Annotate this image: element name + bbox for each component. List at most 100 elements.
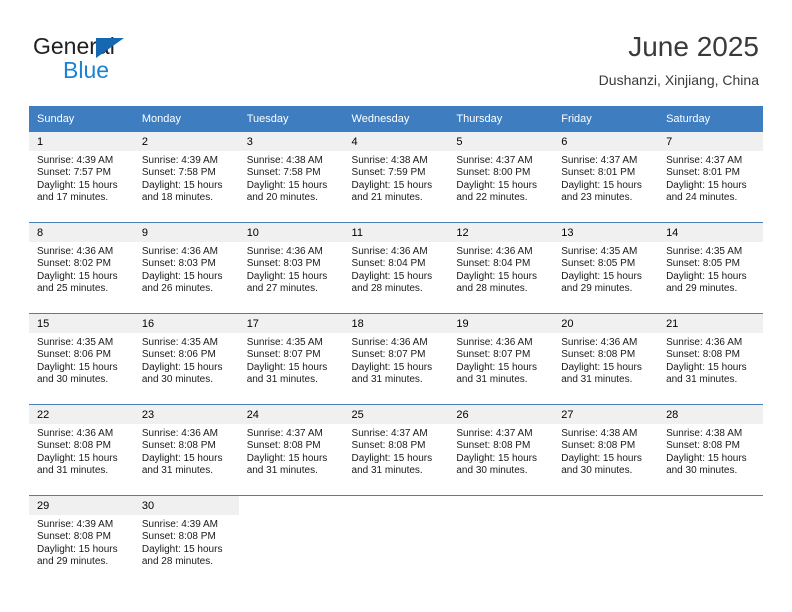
calendar-day-cell[interactable]: 14 Sunrise: 4:35 AM Sunset: 8:05 PM Dayligh… [658,222,763,314]
day-details: Sunrise: 4:38 AM Sunset: 8:08 PM Daylight:… [553,424,658,478]
calendar-day-cell[interactable]: 13 Sunrise: 4:35 AM Sunset: 8:05 PM Dayligh… [553,222,659,314]
sunrise-text: Sunrise: 4:35 AM [246,337,323,348]
sunrise-text: Sunrise: 4:36 AM [456,337,533,348]
daylight-text-line1: Daylight: 15 hours [351,179,433,191]
day-details: Sunrise: 4:38 AM Sunset: 8:08 PM Daylight:… [658,424,763,478]
weekday-header-row: Sunday Monday Tuesday Wednesday Thursday… [29,106,763,132]
calendar-day-cell[interactable]: 6 Sunrise: 4:37 AM Sunset: 8:01 PM Daylight… [553,132,659,223]
sunrise-text: Sunrise: 4:37 AM [456,428,533,439]
daylight-text-line1: Daylight: 15 hours [351,361,433,373]
daylight-text-line1: Daylight: 15 hours [141,361,223,373]
sunset-text: Sunset: 8:08 PM [666,349,740,361]
day-number: 20 [553,314,659,333]
sunset-text: Sunset: 8:04 PM [456,258,531,270]
day-number: 2 [133,132,239,151]
calendar-page: General Blue June 2025 Dushanzi, Xinjian… [0,0,792,612]
daylight-text-line2: and 31 minutes. [246,465,318,477]
calendar-day-cell[interactable]: 15 Sunrise: 4:35 AM Sunset: 8:06 PM Dayligh… [29,313,134,405]
calendar-day-cell[interactable]: 2 Sunrise: 4:39 AM Sunset: 7:58 PM Daylight… [133,132,239,223]
calendar-day-cell-empty [344,496,449,587]
calendar-day-cell[interactable]: 30 Sunrise: 4:39 AM Sunset: 8:08 PM Dayligh… [133,496,239,587]
sunrise-text: Sunrise: 4:36 AM [351,337,428,348]
calendar-day-cell[interactable]: 26 Sunrise: 4:37 AM Sunset: 8:08 PM Dayligh… [448,404,554,496]
calendar-day-cell[interactable]: 5 Sunrise: 4:37 AM Sunset: 8:00 PM Daylight… [448,132,554,223]
page-subtitle: Dushanzi, Xinjiang, China [598,72,759,88]
daylight-text-line1: Daylight: 15 hours [666,179,747,191]
calendar-day-cell[interactable]: 24 Sunrise: 4:37 AM Sunset: 8:08 PM Dayligh… [238,404,344,496]
calendar-day-cell[interactable]: 11 Sunrise: 4:36 AM Sunset: 8:04 PM Dayligh… [343,222,449,314]
daylight-text-line1: Daylight: 15 hours [141,543,223,555]
daylight-text-line1: Daylight: 15 hours [246,361,328,373]
calendar-week-row: 29 Sunrise: 4:39 AM Sunset: 8:08 PM Dayligh… [29,496,763,587]
daylight-text-line2: and 31 minutes. [561,374,633,386]
calendar-day-cell[interactable]: 21 Sunrise: 4:36 AM Sunset: 8:08 PM Dayligh… [658,313,763,405]
calendar-day-cell[interactable]: 25 Sunrise: 4:37 AM Sunset: 8:08 PM Dayligh… [343,404,449,496]
calendar-day-cell[interactable]: 18 Sunrise: 4:36 AM Sunset: 8:07 PM Dayligh… [343,313,449,405]
day-number [448,496,553,515]
day-number: 4 [343,132,449,151]
day-details: Sunrise: 4:35 AM Sunset: 8:07 PM Daylight:… [239,333,344,387]
calendar-day-cell[interactable]: 9 Sunrise: 4:36 AM Sunset: 8:03 PM Daylight… [133,222,239,314]
weekday-header-thursday: Thursday [448,106,554,132]
generalblue-logo[interactable]: General Blue [33,33,233,83]
sunset-text: Sunset: 8:03 PM [141,258,216,270]
day-number: 23 [133,405,239,424]
calendar-day-cell[interactable]: 19 Sunrise: 4:36 AM Sunset: 8:07 PM Dayligh… [448,313,554,405]
sunset-text: Sunset: 8:08 PM [351,440,426,452]
calendar-day-cell[interactable]: 1 Sunrise: 4:39 AM Sunset: 7:57 PM Daylight… [29,132,134,223]
sunset-text: Sunset: 8:08 PM [561,349,636,361]
sunrise-text: Sunrise: 4:36 AM [456,246,533,257]
daylight-text-line1: Daylight: 15 hours [141,452,223,464]
day-details: Sunrise: 4:36 AM Sunset: 8:03 PM Daylight:… [134,242,239,296]
calendar-day-cell[interactable]: 28 Sunrise: 4:38 AM Sunset: 8:08 PM Dayligh… [658,404,763,496]
daylight-text-line1: Daylight: 15 hours [37,361,118,373]
daylight-text-line2: and 30 minutes. [37,374,109,386]
daylight-text-line2: and 23 minutes. [561,192,633,204]
calendar-day-cell[interactable]: 17 Sunrise: 4:35 AM Sunset: 8:07 PM Dayligh… [238,313,344,405]
calendar-day-cell[interactable]: 12 Sunrise: 4:36 AM Sunset: 8:04 PM Dayligh… [448,222,554,314]
calendar-day-cell[interactable]: 8 Sunrise: 4:36 AM Sunset: 8:02 PM Daylight… [29,222,134,314]
calendar-day-cell[interactable]: 20 Sunrise: 4:36 AM Sunset: 8:08 PM Dayligh… [553,313,659,405]
sunrise-text: Sunrise: 4:39 AM [37,155,114,166]
daylight-text-line2: and 31 minutes. [456,374,528,386]
sunrise-text: Sunrise: 4:37 AM [666,155,743,166]
daylight-text-line2: and 26 minutes. [141,283,214,295]
day-number: 3 [238,132,344,151]
day-number: 29 [29,496,134,515]
day-details [344,515,449,519]
calendar-day-cell[interactable]: 16 Sunrise: 4:35 AM Sunset: 8:06 PM Dayligh… [133,313,239,405]
daylight-text-line2: and 30 minutes. [456,465,528,477]
calendar-day-cell[interactable]: 27 Sunrise: 4:38 AM Sunset: 8:08 PM Dayligh… [553,404,659,496]
day-details: Sunrise: 4:36 AM Sunset: 8:08 PM Daylight:… [29,424,134,478]
daylight-text-line2: and 31 minutes. [141,465,214,477]
sunset-text: Sunset: 8:08 PM [246,440,321,452]
daylight-text-line2: and 17 minutes. [37,192,109,204]
daylight-text-line2: and 31 minutes. [246,374,318,386]
sunset-text: Sunset: 8:05 PM [561,258,636,270]
sunrise-sunset-calendar-table: Sunday Monday Tuesday Wednesday Thursday… [29,106,763,586]
calendar-week-row: 15 Sunrise: 4:35 AM Sunset: 8:06 PM Dayligh… [29,313,763,405]
day-number: 21 [658,314,763,333]
calendar-day-cell[interactable]: 4 Sunrise: 4:38 AM Sunset: 7:59 PM Daylight… [343,132,449,223]
calendar-day-cell[interactable]: 10 Sunrise: 4:36 AM Sunset: 8:03 PM Dayligh… [238,222,344,314]
calendar-day-cell[interactable]: 23 Sunrise: 4:36 AM Sunset: 8:08 PM Dayligh… [133,404,239,496]
day-details [553,515,658,519]
calendar-day-cell[interactable]: 3 Sunrise: 4:38 AM Sunset: 7:58 PM Daylight… [238,132,344,223]
sunrise-text: Sunrise: 4:36 AM [141,246,218,257]
sunrise-text: Sunrise: 4:39 AM [141,155,218,166]
day-number: 6 [553,132,659,151]
calendar-day-cell[interactable]: 7 Sunrise: 4:37 AM Sunset: 8:01 PM Daylight… [658,132,763,223]
sunset-text: Sunset: 8:08 PM [456,440,531,452]
calendar-day-cell[interactable]: 29 Sunrise: 4:39 AM Sunset: 8:08 PM Dayligh… [29,496,134,587]
calendar-week-row: 1 Sunrise: 4:39 AM Sunset: 7:57 PM Daylight… [29,132,763,223]
sunset-text: Sunset: 8:06 PM [37,349,111,361]
sunset-text: Sunset: 8:06 PM [141,349,216,361]
calendar-header-row-group: Sunday Monday Tuesday Wednesday Thursday… [29,106,763,132]
daylight-text-line2: and 18 minutes. [141,192,214,204]
day-details: Sunrise: 4:36 AM Sunset: 8:02 PM Daylight:… [29,242,134,296]
day-number: 26 [448,405,554,424]
calendar-day-cell[interactable]: 22 Sunrise: 4:36 AM Sunset: 8:08 PM Dayligh… [29,404,134,496]
daylight-text-line1: Daylight: 15 hours [351,270,433,282]
sunrise-text: Sunrise: 4:39 AM [37,519,114,530]
sunrise-text: Sunrise: 4:35 AM [37,337,114,348]
